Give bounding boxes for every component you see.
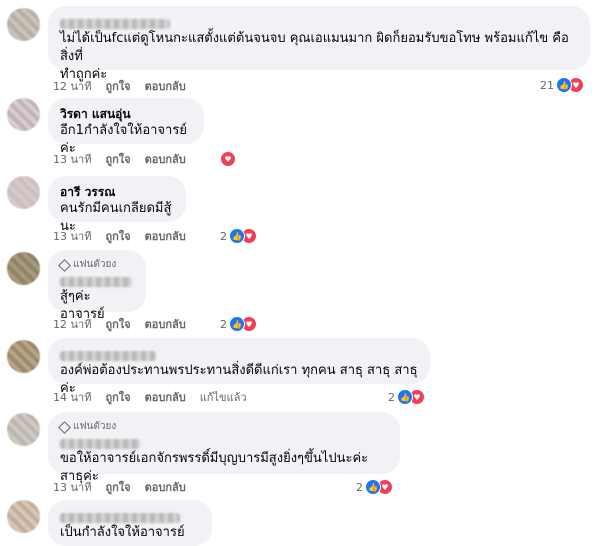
comment-actions: 12 นาที ถูกใจ ตอบกลับ [53, 80, 186, 94]
reply-button[interactable]: ตอบกลับ [145, 230, 186, 244]
timestamp[interactable]: 13 นาที [53, 481, 91, 495]
reaction-count: 2 [220, 317, 227, 331]
like-button[interactable]: ถูกใจ [105, 481, 130, 495]
diamond-icon [58, 258, 71, 272]
badge-label: แฟนตัวยง [73, 259, 117, 270]
like-button[interactable]: ถูกใจ [105, 318, 130, 332]
reply-button[interactable]: ตอบกลับ [145, 80, 186, 94]
commenter-name[interactable]: อารี วรรณ [60, 184, 174, 200]
reaction-summary[interactable]: 21 👍 ♥ [540, 77, 584, 93]
like-button[interactable]: ถูกใจ [105, 80, 130, 94]
comment-bubble: วิรดา แสนอุ่น อีก1กำลังใจให้อาจารย์ค่ะ [48, 98, 204, 156]
edited-label: แก้ไขแล้ว [199, 391, 247, 404]
reply-button[interactable]: ตอบกลับ [145, 391, 186, 405]
reply-button[interactable]: ตอบกลับ [145, 481, 186, 495]
avatar[interactable] [7, 340, 40, 373]
comment-actions: 13 นาที ถูกใจ ตอบกลับ [53, 153, 186, 167]
reaction-count: 2 [220, 229, 227, 243]
like-reaction-icon: 👍 [365, 479, 381, 495]
reaction-summary[interactable]: 2 👍 ♥ [356, 479, 393, 495]
reply-button[interactable]: ตอบกลับ [145, 153, 186, 167]
commenter-name[interactable] [60, 434, 388, 450]
like-reaction-icon: 👍 [556, 77, 572, 93]
top-fan-badge: แฟนตัวยง [58, 258, 134, 272]
timestamp[interactable]: 13 นาที [53, 230, 91, 244]
timestamp[interactable]: 12 นาที [53, 318, 91, 332]
timestamp[interactable]: 13 นาที [53, 153, 91, 167]
like-reaction-icon: 👍 [229, 316, 245, 332]
commenter-name[interactable] [60, 508, 200, 524]
reaction-summary[interactable]: 2 👍 ♥ [220, 316, 257, 332]
like-reaction-icon: 👍 [397, 389, 413, 405]
top-fan-badge: แฟนตัวยง [58, 420, 388, 434]
avatar[interactable] [7, 252, 40, 285]
comment-text: เป็นกำลังใจให้อาจารย์นะคะ [60, 525, 185, 546]
reaction-summary[interactable]: 2 👍 ♥ [220, 228, 257, 244]
like-button[interactable]: ถูกใจ [105, 153, 130, 167]
timestamp[interactable]: 14 นาที [53, 391, 91, 405]
comment-bubble: แฟนตัวยง สู้ๆค่ะอาจารย์ [48, 250, 146, 322]
comment-bubble: แฟนตัวยง ขอให้อาจารย์เอกจักรพรรดิ์มีบุญบ… [48, 412, 400, 484]
comment-bubble: องค์พ่อต้องประทานพรประทานสิ่งดีดีแก่เรา … [48, 338, 430, 396]
commenter-name[interactable] [60, 272, 134, 288]
avatar[interactable] [7, 98, 40, 131]
love-reaction-icon: ♥ [220, 151, 236, 167]
commenter-name[interactable]: วิรดา แสนอุ่น [60, 106, 192, 122]
like-button[interactable]: ถูกใจ [105, 391, 130, 405]
badge-label: แฟนตัวยง [73, 421, 117, 432]
avatar[interactable] [7, 176, 40, 209]
like-reaction-icon: 👍 [229, 228, 245, 244]
comment-actions: 13 นาที ถูกใจ ตอบกลับ [53, 481, 186, 495]
comment-text: ไม่ได้เป็นfcแต่ดูโหนกะแสตั้งแต่ต้นจนจบ ค… [60, 31, 569, 64]
comment-actions: 14 นาที ถูกใจ ตอบกลับ แก้ไขแล้ว [53, 391, 247, 405]
avatar[interactable] [7, 8, 40, 41]
comment-actions: 13 นาที ถูกใจ ตอบกลับ [53, 230, 186, 244]
diamond-icon [58, 420, 71, 434]
comment-actions: 12 นาที ถูกใจ ตอบกลับ [53, 318, 186, 332]
like-button[interactable]: ถูกใจ [105, 230, 130, 244]
comment-bubble: เป็นกำลังใจให้อาจารย์นะคะ [48, 500, 212, 546]
comment-bubble: ไม่ได้เป็นfcแต่ดูโหนกะแสตั้งแต่ต้นจนจบ ค… [48, 6, 590, 82]
commenter-name[interactable] [60, 14, 578, 30]
avatar[interactable] [7, 413, 40, 446]
reaction-count: 2 [356, 480, 363, 494]
reaction-count: 21 [540, 78, 554, 92]
reply-button[interactable]: ตอบกลับ [145, 318, 186, 332]
avatar[interactable] [7, 500, 40, 533]
timestamp[interactable]: 12 นาที [53, 80, 91, 94]
comment-bubble: อารี วรรณ คนรักมีคนเกลียดมีสู้นะ [48, 176, 186, 234]
reaction-summary[interactable]: 2 👍 ♥ [388, 389, 425, 405]
reaction-summary[interactable]: ♥ [220, 151, 236, 167]
commenter-name[interactable] [60, 346, 418, 362]
reaction-count: 2 [388, 390, 395, 404]
